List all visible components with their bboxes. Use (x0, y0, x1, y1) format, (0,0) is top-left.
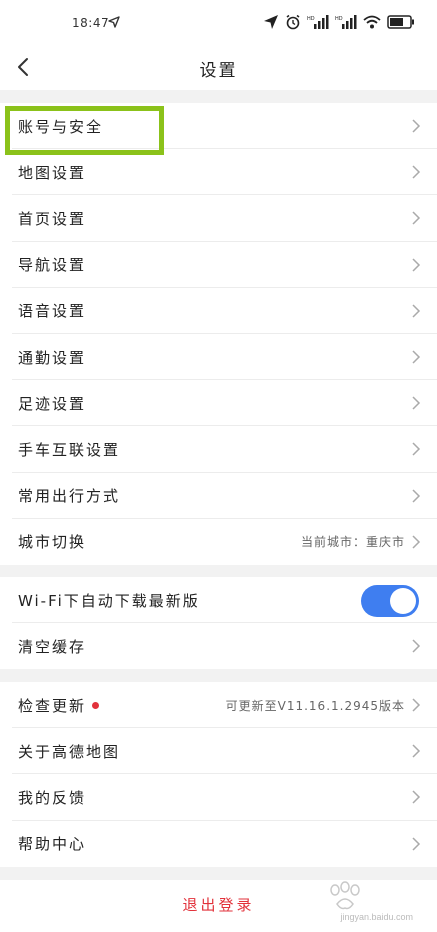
navigation-icon (264, 15, 278, 29)
chevron-right-icon (412, 396, 421, 410)
chevron-right-icon (412, 258, 421, 272)
nav-bar: 设置 (0, 44, 437, 90)
current-city-hint: 当前城市：重庆市 (300, 535, 405, 550)
location-arrow-icon (108, 16, 120, 28)
row-my-feedback[interactable]: 我的反馈 (0, 774, 437, 821)
row-label: Wi-Fi下自动下载最新版 (18, 591, 200, 610)
row-city-switch[interactable]: 城市切换 当前城市：重庆市 (0, 519, 437, 565)
chevron-right-icon (412, 211, 421, 225)
chevron-right-icon (412, 790, 421, 804)
page-title: 设置 (199, 61, 238, 81)
alarm-icon (286, 14, 300, 30)
status-icons: HD HD (263, 14, 415, 30)
chevron-right-icon (412, 119, 421, 133)
battery-icon (387, 15, 414, 29)
svg-text:HD: HD (335, 16, 343, 22)
update-red-dot (92, 701, 100, 709)
row-label: 足迹设置 (18, 394, 87, 413)
update-version-hint: 可更新至V11.16.1.2945版本 (225, 698, 405, 713)
row-label: 关于高德地图 (18, 742, 121, 761)
row-label: 导航设置 (18, 256, 87, 275)
row-wifi-auto-download: Wi-Fi下自动下载最新版 (0, 577, 437, 624)
status-time: 18:47 (72, 16, 110, 30)
row-label: 语音设置 (18, 302, 87, 321)
row-navigation-settings[interactable]: 导航设置 (0, 242, 437, 288)
row-home-settings[interactable]: 首页设置 (0, 195, 437, 242)
chevron-right-icon (412, 535, 421, 549)
watermark-text: jingyan.baidu.com (340, 912, 413, 922)
row-label: 地图设置 (18, 163, 87, 182)
row-phone-car-link[interactable]: 手车互联设置 (0, 426, 437, 473)
wifi-icon (363, 15, 381, 29)
row-label: 通勤设置 (18, 348, 87, 367)
row-voice-settings[interactable]: 语音设置 (0, 288, 437, 335)
row-label: 城市切换 (18, 533, 87, 552)
row-help-center[interactable]: 帮助中心 (0, 821, 437, 867)
row-label: 检查更新 (18, 696, 87, 715)
status-bar: 18:47 HD HD (0, 0, 437, 44)
chevron-right-icon (412, 442, 421, 456)
signal-hd-icon: HD (307, 15, 329, 29)
row-check-update[interactable]: 检查更新 可更新至V11.16.1.2945版本 (0, 682, 437, 729)
row-clear-cache[interactable]: 清空缓存 (0, 623, 437, 669)
chevron-right-icon (412, 639, 421, 653)
chevron-right-icon (412, 698, 421, 712)
chevron-right-icon (412, 304, 421, 318)
chevron-right-icon (412, 489, 421, 503)
toggle-knob (390, 588, 416, 614)
settings-group-main: 账号与安全 地图设置 首页设置 导航设置 语音设置 通勤设置 足迹设置 手车互联… (0, 103, 437, 565)
settings-group-download: Wi-Fi下自动下载最新版 清空缓存 (0, 577, 437, 670)
row-label: 手车互联设置 (18, 440, 121, 459)
row-map-settings[interactable]: 地图设置 (0, 149, 437, 196)
svg-text:HD: HD (307, 16, 315, 22)
row-label: 帮助中心 (18, 835, 87, 854)
chevron-right-icon (412, 837, 421, 851)
row-label: 清空缓存 (18, 637, 87, 656)
highlight-box (5, 106, 164, 155)
settings-group-about: 检查更新 可更新至V11.16.1.2945版本 关于高德地图 我的反馈 帮助中… (0, 682, 437, 867)
row-about[interactable]: 关于高德地图 (0, 728, 437, 775)
row-footprint-settings[interactable]: 足迹设置 (0, 380, 437, 427)
wifi-download-toggle[interactable] (361, 585, 419, 617)
chevron-right-icon (412, 165, 421, 179)
row-travel-mode[interactable]: 常用出行方式 (0, 473, 437, 519)
row-label: 首页设置 (18, 209, 87, 228)
signal-hd-icon-2: HD (335, 15, 357, 29)
chevron-right-icon (412, 350, 421, 364)
row-label: 常用出行方式 (18, 487, 121, 506)
chevron-right-icon (412, 744, 421, 758)
row-commute-settings[interactable]: 通勤设置 (0, 334, 437, 381)
row-label: 我的反馈 (18, 788, 87, 807)
